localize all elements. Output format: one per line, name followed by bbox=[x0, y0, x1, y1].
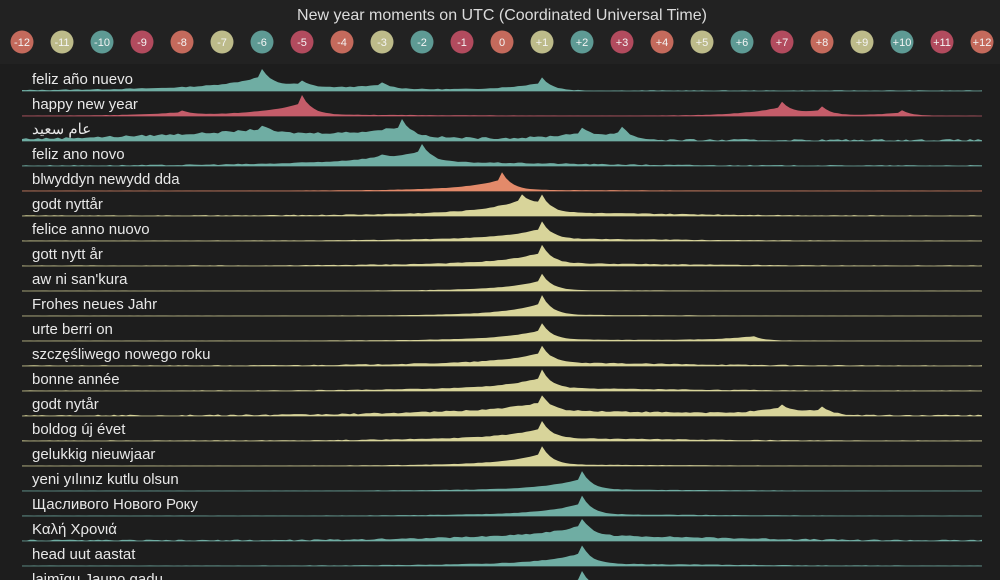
timezone-label: -11 bbox=[54, 37, 69, 49]
timezone-label: -6 bbox=[257, 37, 267, 49]
timezone-label: +7 bbox=[776, 37, 789, 49]
series-label: felice anno nuovo bbox=[32, 221, 150, 238]
series-label: godt nytår bbox=[32, 396, 99, 413]
timezone-label: +12 bbox=[973, 37, 992, 49]
series-label: feliz ano novo bbox=[32, 146, 125, 163]
series-label: happy new year bbox=[32, 96, 138, 113]
series-label: gelukkig nieuwjaar bbox=[32, 446, 155, 463]
timezone-label: +1 bbox=[536, 37, 549, 49]
series-label: Frohes neues Jahr bbox=[32, 296, 157, 313]
timezone-label: +10 bbox=[893, 37, 912, 49]
timezone-label: -9 bbox=[137, 37, 147, 49]
series-label: yeni yılınız kutlu olsun bbox=[32, 471, 179, 488]
series-label: aw ni san'kura bbox=[32, 271, 128, 288]
series-label: Щасливого Нового Року bbox=[32, 496, 198, 513]
series-label: urte berri on bbox=[32, 321, 113, 338]
timezone-label: -5 bbox=[297, 37, 307, 49]
timezone-label: -1 bbox=[457, 37, 467, 49]
timezone-label: -4 bbox=[337, 37, 347, 49]
chart: New year moments on UTC (Coordinated Uni… bbox=[0, 0, 1000, 580]
timezone-label: 0 bbox=[499, 37, 505, 49]
series-label: szczęśliwego nowego roku bbox=[32, 346, 210, 363]
chart-title: New year moments on UTC (Coordinated Uni… bbox=[297, 7, 707, 24]
series-label: laimīgu Jauno gadu bbox=[32, 571, 163, 580]
timezone-label: +3 bbox=[616, 37, 629, 49]
series-label: blwyddyn newydd dda bbox=[32, 171, 180, 188]
series-label: عام سعيد bbox=[32, 121, 91, 138]
timezone-label: +9 bbox=[856, 37, 869, 49]
series-label: bonne année bbox=[32, 371, 120, 388]
timezone-label: -3 bbox=[377, 37, 387, 49]
timezone-label: +2 bbox=[576, 37, 589, 49]
timezone-label: -8 bbox=[177, 37, 187, 49]
series-label: Καλή Χρονιά bbox=[32, 521, 117, 538]
series-label: gott nytt år bbox=[32, 246, 103, 263]
timezone-label: -7 bbox=[217, 37, 227, 49]
timezone-label: +5 bbox=[696, 37, 709, 49]
timezone-label: -10 bbox=[94, 37, 110, 49]
timezone-label: -2 bbox=[417, 37, 427, 49]
series-label: godt nyttår bbox=[32, 196, 103, 213]
series-label: head uut aastat bbox=[32, 546, 136, 563]
series-label: boldog új évet bbox=[32, 421, 126, 438]
timezone-label: +6 bbox=[736, 37, 749, 49]
series-label: feliz año nuevo bbox=[32, 71, 133, 88]
timezone-label: +11 bbox=[933, 37, 951, 49]
timezone-label: +4 bbox=[656, 37, 669, 49]
timezone-label: -12 bbox=[14, 37, 30, 49]
timezone-label: +8 bbox=[816, 37, 829, 49]
